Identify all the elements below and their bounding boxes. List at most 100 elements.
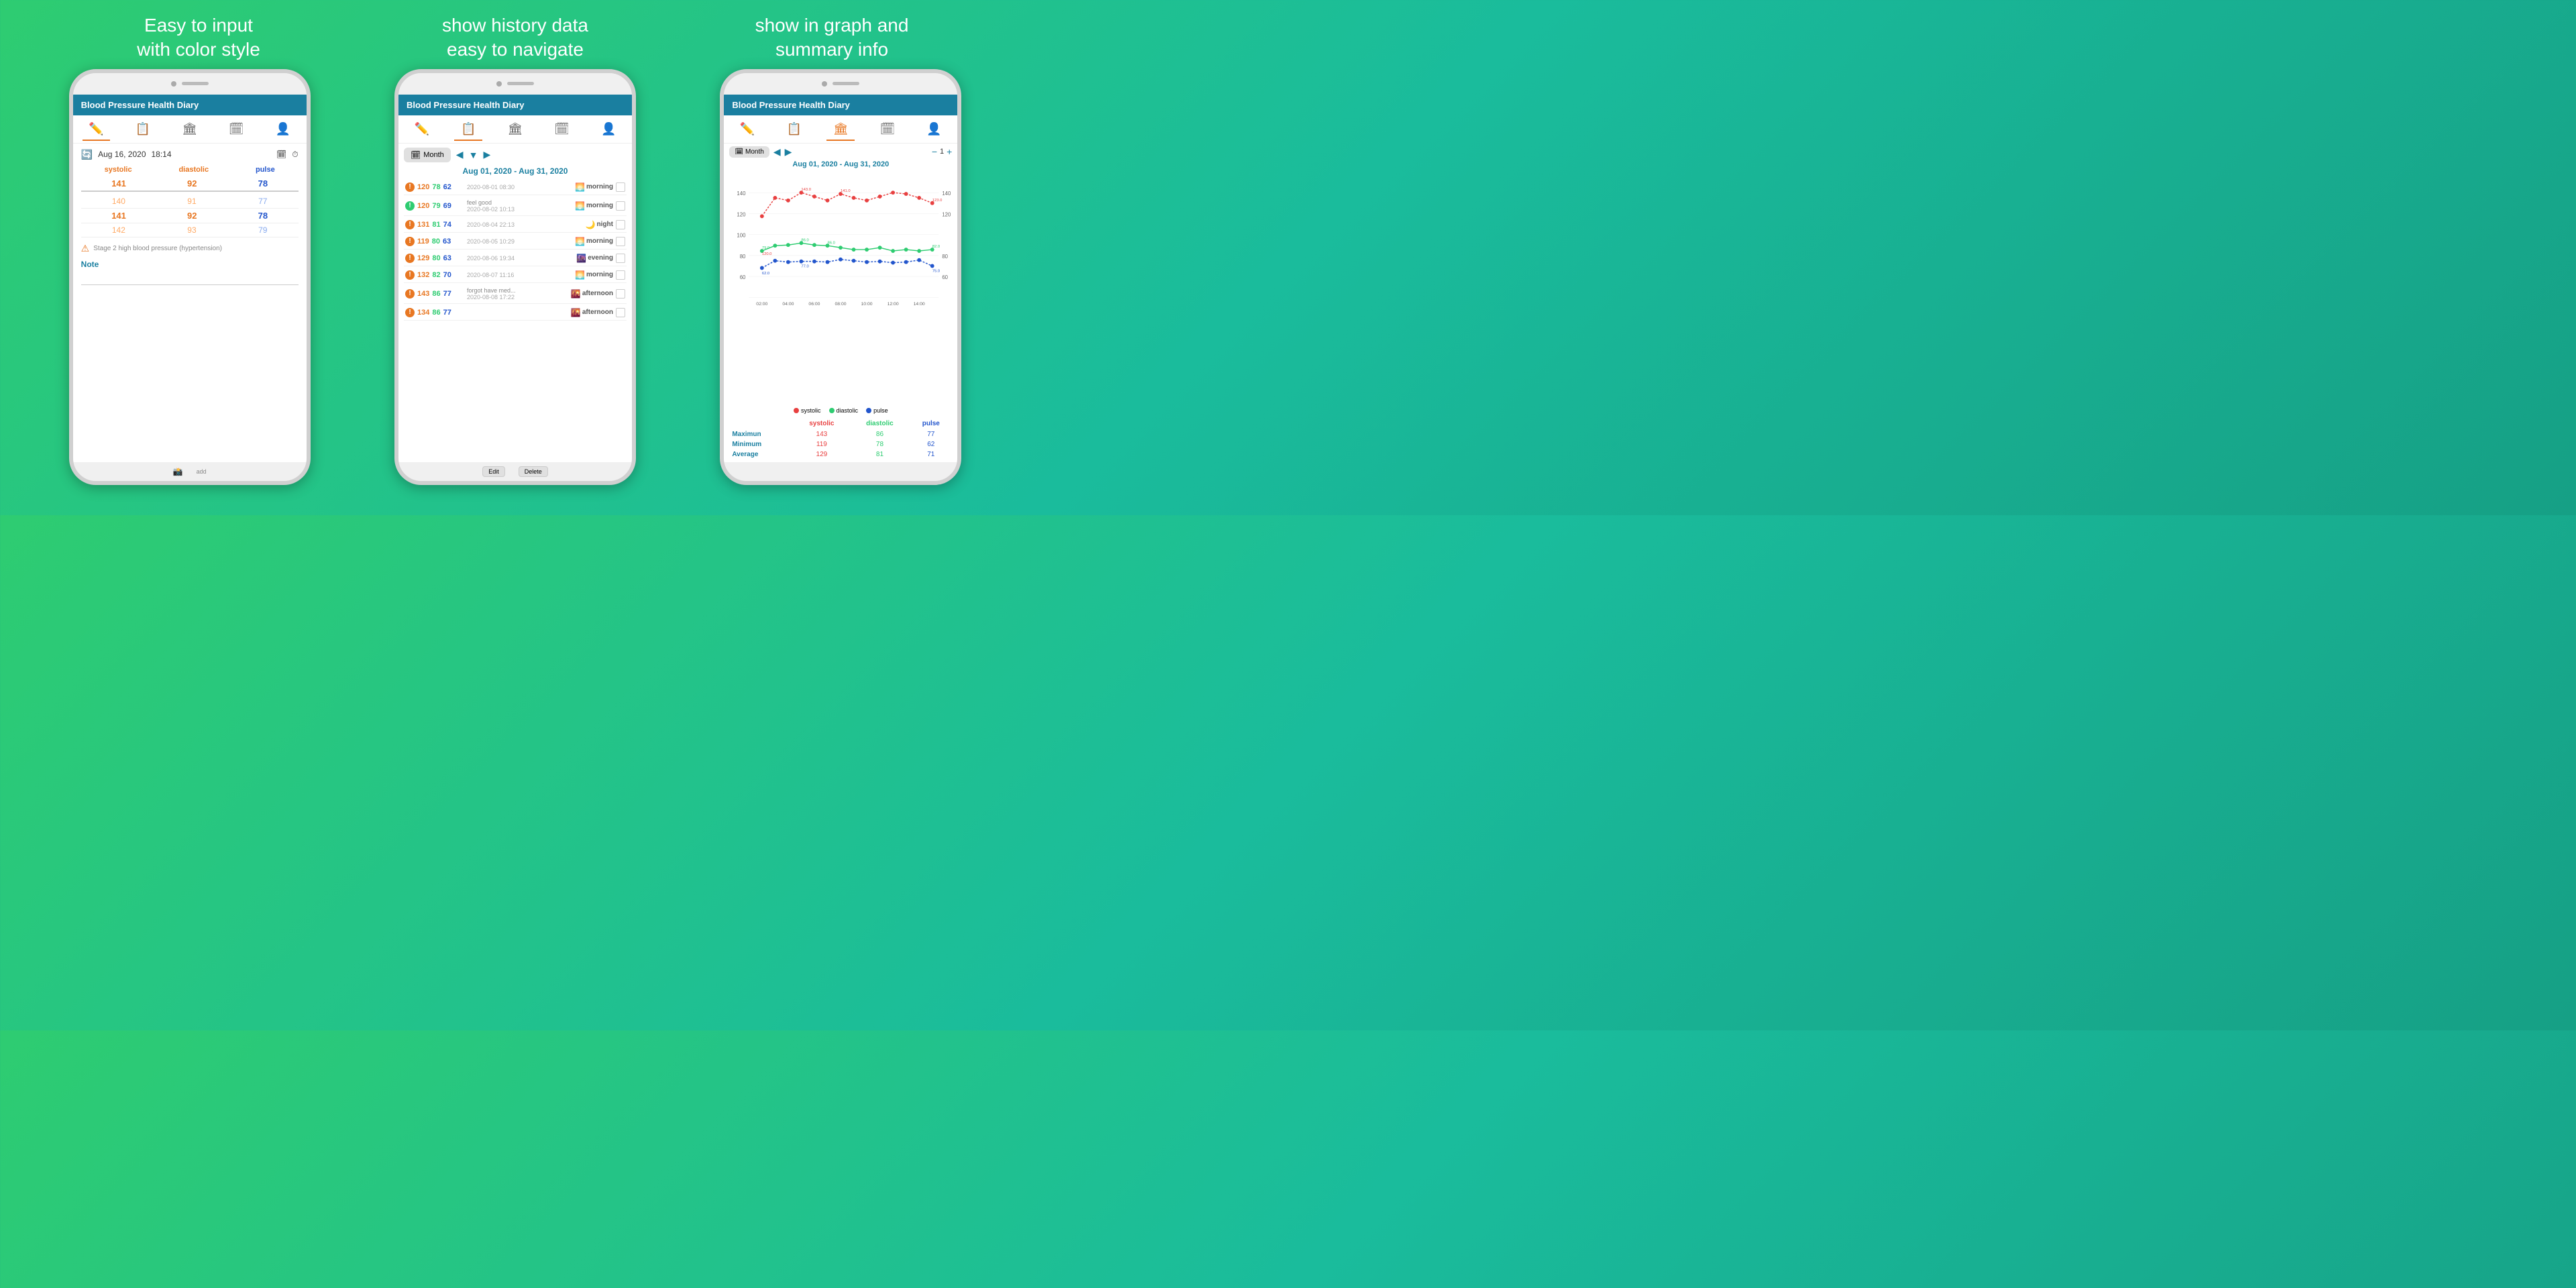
bp-row-3[interactable]: 142 93 79	[81, 223, 299, 237]
nav2-item-1[interactable]: 📋	[445, 118, 492, 140]
history-item-1[interactable]: ! 120 79 69 feel good 2020-08-02 10:13 🌅	[404, 197, 627, 216]
next-arrow[interactable]: ▶	[483, 149, 490, 160]
h6-period: 🌇 afternoon	[571, 289, 613, 299]
prev-arrow[interactable]: ◀	[456, 149, 464, 160]
history-item-5[interactable]: ! 132 82 70 2020-08-07 11:16 🌅 morning	[404, 268, 627, 283]
delete-btn[interactable]: Delete	[519, 466, 548, 477]
h7-period-label: afternoon	[582, 309, 613, 316]
svg-text:14:00: 14:00	[914, 302, 925, 307]
legend-systolic: systolic	[794, 407, 821, 414]
history-item-6[interactable]: ! 143 86 77 forgot have med... 2020-08-0…	[404, 284, 627, 304]
h1-period: 🌅 morning	[575, 201, 613, 211]
svg-text:82.0: 82.0	[932, 245, 941, 249]
row2-sys: 141	[111, 211, 126, 221]
phones-section: Blood Pressure Health Diary ✏️ 📋 🏛 🗓 👤 🔄…	[0, 69, 1030, 515]
h0-sys: 120	[417, 183, 429, 191]
nav3-item-3[interactable]: 🗓	[864, 118, 911, 140]
legend-label-diastolic: diastolic	[837, 407, 859, 414]
svg-text:120: 120	[737, 211, 747, 217]
history-item-3[interactable]: ! 119 80 63 2020-08-05 10:29 🌅 morning	[404, 234, 627, 250]
history-item-7[interactable]: ! 134 86 77 🌇 afternoon	[404, 305, 627, 321]
nav2-item-4[interactable]: 👤	[585, 118, 632, 140]
phone3-app-title: Blood Pressure Health Diary	[732, 100, 850, 110]
history-item-4[interactable]: ! 129 80 63 2020-08-06 19:34 🌆 evening	[404, 251, 627, 266]
phone3-nav-bar: ✏️ 📋 🏛 🗓 👤	[724, 115, 957, 144]
hist-meta-2: 2020-08-04 22:13	[467, 221, 583, 228]
nav1-item-2[interactable]: 🏛	[166, 118, 213, 140]
indicator-3: !	[405, 237, 415, 246]
graph-month-btn[interactable]: 🗓 Month	[729, 146, 769, 158]
graph-month-label: Month	[745, 148, 764, 156]
indicator-5: !	[405, 270, 415, 280]
history-item-2[interactable]: ! 131 81 74 2020-08-04 22:13 🌙 night	[404, 217, 627, 233]
down-arrow[interactable]: ▼	[469, 150, 478, 160]
bp-row-1[interactable]: 140 91 77	[81, 195, 299, 209]
sum-th-sys: systolic	[794, 418, 850, 429]
checkbox-6[interactable]	[616, 289, 625, 299]
checkbox-5[interactable]	[616, 270, 625, 280]
sum-min-dia: 78	[850, 439, 910, 449]
note-section: Note	[81, 260, 299, 285]
h5-period-label: morning	[586, 271, 613, 278]
h0-period: 🌅 morning	[575, 182, 613, 192]
bp-main-row[interactable]: 141 92 78	[81, 176, 299, 192]
graph-prev-arrow[interactable]: ◀	[773, 146, 781, 158]
period-icon-4: 🌆	[576, 254, 586, 263]
col-pulse-label: pulse	[256, 166, 275, 174]
nav3-item-4[interactable]: 👤	[911, 118, 958, 140]
nav3-item-1[interactable]: 📋	[771, 118, 818, 140]
month-selector-btn[interactable]: 🗓 Month	[404, 148, 451, 162]
zoom-plus-btn[interactable]: +	[947, 146, 952, 157]
sum-th-pul: pulse	[910, 418, 952, 429]
svg-text:10:00: 10:00	[861, 302, 873, 307]
edit-btn[interactable]: Edit	[482, 466, 505, 477]
phone3-speaker	[833, 82, 859, 85]
checkbox-4[interactable]	[616, 254, 625, 263]
checkbox-3[interactable]	[616, 237, 625, 246]
col-diastolic-label: diastolic	[178, 166, 209, 174]
h3-period-label: morning	[586, 237, 613, 245]
zoom-minus-btn[interactable]: −	[932, 146, 937, 157]
h2-dia: 81	[432, 221, 440, 229]
bp-row-2[interactable]: 141 92 78	[81, 209, 299, 223]
nav2-item-2[interactable]: 🏛	[492, 118, 539, 140]
history-list: ! 120 78 62 2020-08-01 08:30 🌅 morning	[404, 180, 627, 321]
nav2-item-3[interactable]: 🗓	[539, 118, 586, 140]
h3-pul: 63	[443, 237, 451, 246]
svg-text:79.0: 79.0	[762, 246, 770, 250]
svg-text:62.0: 62.0	[762, 272, 770, 276]
phone1-speaker	[182, 82, 209, 85]
panel2-h2: easy to navigate	[447, 39, 584, 60]
row3-pul: 79	[258, 225, 267, 235]
hist-values-4: 129 80 63	[417, 254, 464, 262]
checkbox-1[interactable]	[616, 201, 625, 211]
row3-sys: 142	[112, 225, 125, 235]
nav1-item-3[interactable]: 🗓	[213, 118, 260, 140]
h3-sys: 119	[417, 237, 429, 246]
main-dia: 92	[187, 178, 197, 189]
refresh-icon[interactable]: 🔄	[81, 149, 93, 160]
clock-icon[interactable]: ⏱	[292, 150, 298, 160]
legend-dot-diastolic	[829, 408, 835, 413]
graph-nav: 🗓 Month ◀ ▶ − 1 +	[729, 146, 952, 158]
nav2-item-0[interactable]: ✏️	[398, 118, 445, 140]
svg-text:143.0: 143.0	[802, 188, 812, 192]
nav3-item-0[interactable]: ✏️	[724, 118, 771, 140]
note-input-line[interactable]	[81, 272, 299, 285]
chart-svg: 140 120 100 80 60 140 120 80 60 02:00 04…	[729, 171, 952, 332]
phone-graph: Blood Pressure Health Diary ✏️ 📋 🏛 🗓 👤 🗓…	[720, 69, 961, 485]
bp-table: systolic diastolic pulse 141 92 78 140 9…	[81, 166, 299, 237]
h5-pul: 70	[443, 271, 451, 279]
nav1-item-4[interactable]: 👤	[260, 118, 307, 140]
calendar-icon[interactable]: 🗓	[276, 150, 286, 159]
h0-pul: 62	[443, 183, 451, 191]
nav1-item-0[interactable]: ✏️	[73, 118, 120, 140]
nav1-item-1[interactable]: 📋	[119, 118, 166, 140]
history-item-0[interactable]: ! 120 78 62 2020-08-01 08:30 🌅 morning	[404, 180, 627, 195]
checkbox-2[interactable]	[616, 220, 625, 229]
nav3-item-2[interactable]: 🏛	[818, 118, 865, 140]
graph-next-arrow[interactable]: ▶	[785, 146, 792, 158]
checkbox-0[interactable]	[616, 182, 625, 192]
checkbox-7[interactable]	[616, 308, 625, 317]
hist-meta-1: feel good 2020-08-02 10:13	[467, 199, 572, 213]
